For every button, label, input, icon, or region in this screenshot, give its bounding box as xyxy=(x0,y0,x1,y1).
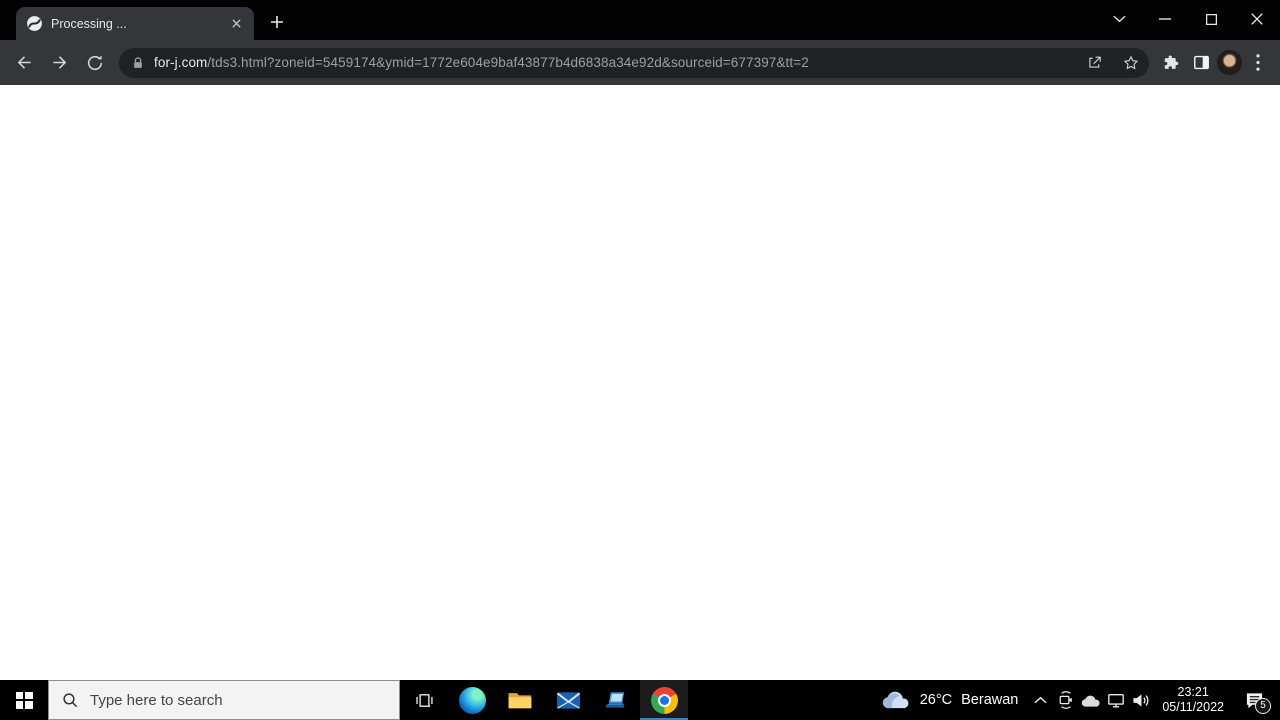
address-bar[interactable]: for-j.com/tds3.html?zoneid=5459174&ymid=… xyxy=(119,47,1149,78)
mail-icon[interactable] xyxy=(544,680,592,720)
hidden-icons-chevron[interactable] xyxy=(1028,680,1053,720)
action-center-button[interactable]: 5 xyxy=(1233,680,1275,720)
edge-icon[interactable] xyxy=(448,680,496,720)
tray-condition: Berawan xyxy=(961,692,1019,708)
taskbar: 26°C Berawan 23:21 05/11/2022 xyxy=(0,680,1280,720)
profile-avatar[interactable] xyxy=(1217,50,1242,75)
side-panel-icon[interactable] xyxy=(1187,49,1215,77)
pc-app-icon[interactable] xyxy=(592,680,640,720)
volume-icon[interactable] xyxy=(1128,680,1153,720)
clock-time: 23:21 xyxy=(1177,685,1209,699)
weather-cloud-icon xyxy=(880,690,911,710)
file-explorer-icon[interactable] xyxy=(496,680,544,720)
forward-button[interactable] xyxy=(43,46,76,79)
page-content xyxy=(0,85,1280,680)
search-input[interactable] xyxy=(90,691,386,709)
search-icon xyxy=(62,692,79,709)
start-button[interactable] xyxy=(0,680,48,720)
close-window-button[interactable] xyxy=(1234,0,1280,38)
tab-favicon-icon xyxy=(26,15,43,32)
taskbar-search[interactable] xyxy=(48,680,400,720)
taskbar-clock[interactable]: 23:21 05/11/2022 xyxy=(1153,685,1233,715)
new-tab-button[interactable] xyxy=(262,7,292,37)
maximize-button[interactable] xyxy=(1188,0,1234,38)
url-domain: for-j.com xyxy=(154,55,208,70)
url-text[interactable]: for-j.com/tds3.html?zoneid=5459174&ymid=… xyxy=(154,55,1071,70)
window-controls xyxy=(1096,0,1280,38)
tray-temperature: 26°C xyxy=(919,692,953,708)
task-view-button[interactable] xyxy=(400,680,448,720)
lock-icon[interactable] xyxy=(131,56,145,70)
chrome-icon xyxy=(650,686,678,714)
share-icon[interactable] xyxy=(1080,49,1108,77)
back-button[interactable] xyxy=(8,46,41,79)
weather-widget[interactable]: 26°C Berawan xyxy=(870,690,1029,710)
extensions-icon[interactable] xyxy=(1157,49,1185,77)
tab-close-icon[interactable] xyxy=(228,15,245,32)
windows-logo-icon xyxy=(15,691,33,709)
browser-tab[interactable]: Processing ... xyxy=(16,7,254,40)
notification-badge: 5 xyxy=(1255,698,1271,714)
desktop-screen: Processing ... for-j.com/tds3.html?zonei… xyxy=(0,0,1280,720)
browser-toolbar: for-j.com/tds3.html?zoneid=5459174&ymid=… xyxy=(0,40,1280,85)
screen-recorder-tray-icon[interactable] xyxy=(1053,680,1078,720)
system-tray: 26°C Berawan 23:21 05/11/2022 5 xyxy=(870,680,1280,720)
minimize-button[interactable] xyxy=(1142,0,1188,38)
tab-title: Processing ... xyxy=(51,16,127,31)
chrome-taskbar-button[interactable] xyxy=(640,680,688,720)
url-path: /tds3.html?zoneid=5459174&ymid=1772e604e… xyxy=(207,55,809,70)
clock-date: 05/11/2022 xyxy=(1162,700,1224,714)
tab-search-chevron-icon[interactable] xyxy=(1096,0,1142,38)
bookmark-star-icon[interactable] xyxy=(1117,49,1145,77)
reload-button[interactable] xyxy=(78,46,111,79)
browser-titlebar: Processing ... xyxy=(0,0,1280,40)
onedrive-icon[interactable] xyxy=(1078,680,1103,720)
network-icon[interactable] xyxy=(1103,680,1128,720)
kebab-menu-icon[interactable] xyxy=(1244,49,1272,77)
